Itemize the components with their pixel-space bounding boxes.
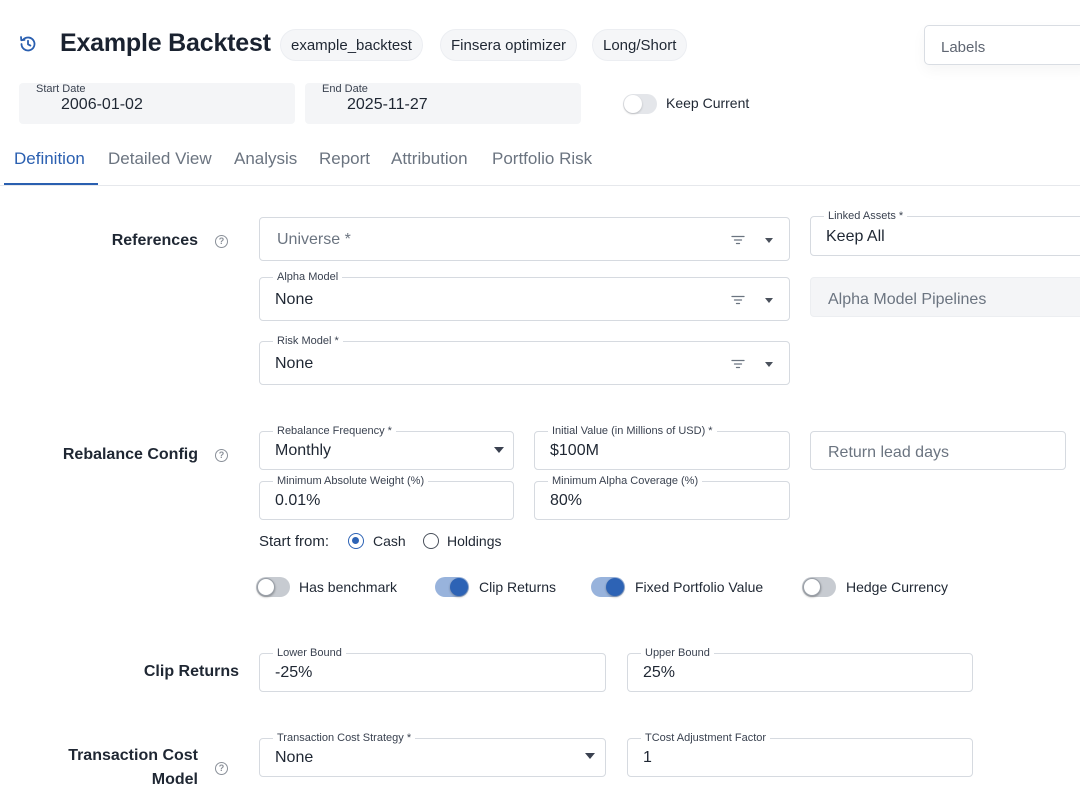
linked-assets-value: Keep All: [826, 228, 885, 245]
linked-assets-label: Linked Assets *: [824, 210, 908, 223]
filter-icon[interactable]: [731, 359, 745, 369]
risk-model-select[interactable]: Risk Model * None: [259, 335, 790, 385]
tab-definition[interactable]: Definition: [14, 149, 85, 169]
start-date-field[interactable]: Start Date 2006-01-02: [19, 83, 295, 124]
end-date-value: 2025-11-27: [347, 96, 428, 113]
tab-report[interactable]: Report: [319, 149, 370, 169]
fixed-portfolio-value-toggle[interactable]: [591, 577, 625, 597]
rebalance-frequency-value: Monthly: [275, 442, 332, 459]
end-date-label: End Date: [322, 83, 368, 95]
lower-bound-label: Lower Bound: [273, 647, 346, 660]
risk-model-label: Risk Model *: [273, 335, 343, 348]
radio-cash[interactable]: [348, 533, 364, 549]
keep-current-label: Keep Current: [666, 95, 750, 111]
rebalance-frequency-label: Rebalance Frequency *: [273, 425, 396, 438]
clip-returns-toggle-label: Clip Returns: [479, 579, 557, 595]
radio-holdings[interactable]: [423, 533, 439, 549]
labels-placeholder: Labels: [941, 39, 986, 56]
has-benchmark-label: Has benchmark: [299, 579, 398, 595]
history-icon[interactable]: [18, 34, 38, 54]
transaction-cost-label-line1: Transaction Cost: [68, 747, 198, 764]
chevron-down-icon[interactable]: [494, 447, 504, 453]
toggle-knob: [606, 578, 624, 596]
keep-current-toggle[interactable]: [623, 94, 657, 114]
labels-input[interactable]: Labels: [924, 25, 1080, 65]
hedge-currency-toggle[interactable]: [802, 577, 836, 597]
upper-bound-value: 25%: [643, 664, 676, 681]
chevron-down-icon[interactable]: [765, 298, 773, 303]
filter-icon[interactable]: [731, 235, 745, 245]
radio-cash-label: Cash: [373, 533, 406, 549]
lower-bound-value: -25%: [275, 664, 313, 681]
tag-chip-id: example_backtest: [280, 29, 423, 61]
chevron-down-icon[interactable]: [585, 753, 595, 759]
linked-assets-select[interactable]: Linked Assets * Keep All: [810, 210, 1080, 256]
min-weight-value: 0.01%: [275, 492, 321, 509]
page-title: Example Backtest: [60, 29, 271, 57]
alpha-model-label: Alpha Model: [273, 271, 343, 284]
initial-value-input[interactable]: Initial Value (in Millions of USD) * $10…: [534, 425, 790, 470]
min-weight-label: Minimum Absolute Weight (%): [273, 475, 429, 488]
toggle-knob: [450, 578, 468, 596]
clip-returns-section-label: Clip Returns: [143, 663, 239, 680]
initial-value-value: $100M: [550, 442, 599, 459]
tab-divider: [0, 185, 1080, 186]
help-icon[interactable]: ?: [215, 762, 228, 775]
min-alpha-label: Minimum Alpha Coverage (%): [548, 475, 703, 488]
fixed-portfolio-value-label: Fixed Portfolio Value: [635, 579, 764, 595]
universe-placeholder: Universe *: [277, 231, 351, 248]
transaction-cost-section-label: Transaction Cost Model: [68, 744, 198, 792]
tcost-adjustment-label: TCost Adjustment Factor: [641, 732, 771, 745]
tab-analysis[interactable]: Analysis: [234, 149, 297, 169]
min-alpha-value: 80%: [550, 492, 583, 509]
has-benchmark-toggle[interactable]: [256, 577, 290, 597]
tcost-strategy-label: Transaction Cost Strategy *: [273, 732, 416, 745]
alpha-model-select[interactable]: Alpha Model None: [259, 271, 790, 321]
min-absolute-weight-input[interactable]: Minimum Absolute Weight (%) 0.01%: [259, 475, 514, 520]
tab-detailed-view[interactable]: Detailed View: [108, 149, 212, 169]
start-from-label: Start from:: [259, 533, 330, 550]
tcost-strategy-value: None: [275, 749, 314, 766]
alpha-pipelines-placeholder: Alpha Model Pipelines: [828, 291, 987, 308]
alpha-model-pipelines-select[interactable]: Alpha Model Pipelines: [810, 277, 1080, 317]
help-icon[interactable]: ?: [215, 235, 228, 248]
lower-bound-input[interactable]: Lower Bound -25%: [259, 647, 606, 692]
filter-icon[interactable]: [731, 295, 745, 305]
start-date-label: Start Date: [36, 83, 86, 95]
toggle-knob: [803, 578, 821, 596]
help-icon[interactable]: ?: [215, 449, 228, 462]
hedge-currency-label: Hedge Currency: [846, 579, 948, 595]
tcost-adjustment-factor-input[interactable]: TCost Adjustment Factor 1: [627, 732, 973, 777]
tcost-adjustment-value: 1: [643, 749, 652, 766]
upper-bound-label: Upper Bound: [641, 647, 714, 660]
tab-attribution[interactable]: Attribution: [391, 149, 468, 169]
tag-chip-optimizer: Finsera optimizer: [440, 29, 578, 61]
min-alpha-coverage-input[interactable]: Minimum Alpha Coverage (%) 80%: [534, 475, 790, 520]
chevron-down-icon[interactable]: [765, 362, 773, 367]
initial-value-label: Initial Value (in Millions of USD) *: [548, 425, 717, 438]
risk-model-value: None: [275, 355, 314, 372]
rebalance-frequency-select[interactable]: Rebalance Frequency * Monthly: [259, 425, 514, 470]
tag-chip-strategy: Long/Short: [592, 29, 688, 61]
universe-select[interactable]: Universe *: [259, 217, 790, 261]
references-section-label: References: [111, 232, 198, 249]
end-date-field[interactable]: End Date 2025-11-27: [305, 83, 581, 124]
clip-returns-toggle[interactable]: [435, 577, 469, 597]
radio-holdings-label: Holdings: [447, 533, 502, 549]
transaction-cost-strategy-select[interactable]: Transaction Cost Strategy * None: [259, 732, 606, 777]
transaction-cost-label-line2: Model: [151, 771, 198, 788]
chevron-down-icon[interactable]: [765, 238, 773, 243]
upper-bound-input[interactable]: Upper Bound 25%: [627, 647, 973, 692]
return-lead-days-input[interactable]: Return lead days: [810, 431, 1066, 470]
start-date-value: 2006-01-02: [61, 96, 143, 113]
return-lead-placeholder: Return lead days: [828, 444, 949, 461]
toggle-knob: [624, 95, 642, 113]
alpha-model-value: None: [275, 291, 314, 308]
toggle-knob: [257, 578, 275, 596]
rebalance-section-label: Rebalance Config: [62, 446, 198, 463]
tab-portfolio-risk[interactable]: Portfolio Risk: [492, 149, 592, 169]
